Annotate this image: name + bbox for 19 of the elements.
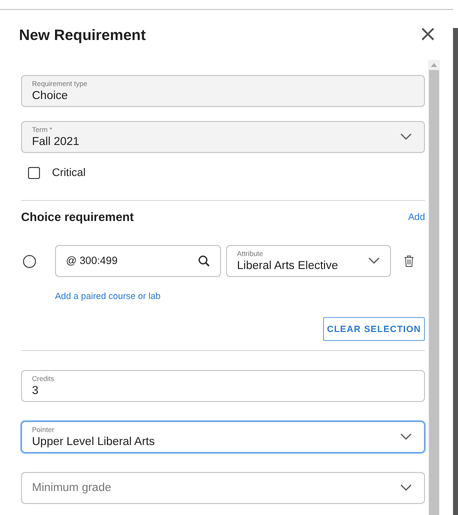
add-link[interactable]: Add (408, 212, 425, 222)
course-search-field[interactable]: @ 300:499 (55, 245, 221, 277)
section-heading: Choice requirement (21, 210, 134, 224)
trash-icon[interactable] (404, 255, 414, 267)
course-value: @ 300:499 (66, 254, 118, 268)
chevron-down-icon (400, 433, 412, 441)
form-field[interactable]: Minimum grade (21, 472, 425, 504)
chevron-down-icon (400, 484, 412, 492)
search-icon (198, 255, 210, 267)
chevron-down-icon (368, 257, 380, 265)
dialog-title: New Requirement (19, 26, 146, 44)
clear-selection-button[interactable]: CLEAR SELECTION (323, 317, 425, 341)
critical-checkbox[interactable] (28, 167, 40, 179)
radio-button[interactable] (23, 254, 36, 268)
checkbox-label: Critical (52, 167, 86, 179)
close-button[interactable]: × (418, 24, 437, 46)
scrollbar[interactable] (428, 60, 440, 515)
chevron-down-icon (400, 133, 412, 141)
paired-course-link[interactable]: Add a paired course or lab (55, 291, 425, 301)
